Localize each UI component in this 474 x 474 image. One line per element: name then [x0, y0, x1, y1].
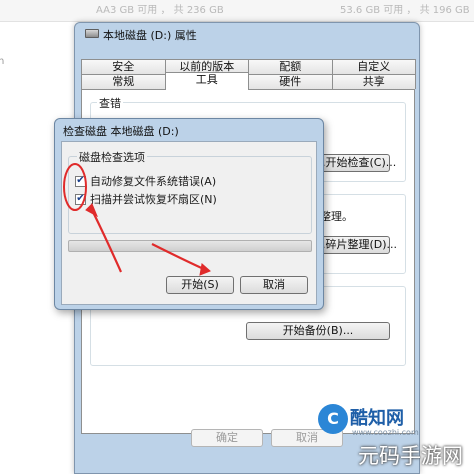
tab-security[interactable]: 安全: [81, 59, 166, 74]
watermark-logo-icon: C: [318, 404, 348, 434]
check-progress-bar: [68, 240, 312, 252]
scan-recover-checkbox[interactable]: ✔: [75, 193, 86, 205]
drive-capacity-text: AA3 GB 可用 ， 共 236 GB: [96, 5, 224, 16]
auto-fix-checkbox[interactable]: ✔: [75, 175, 86, 187]
tab-customize[interactable]: 自定义: [331, 59, 416, 74]
watermark-brand: 酷知网: [350, 408, 404, 429]
start-backup-button[interactable]: 开始备份(B)...: [246, 322, 390, 340]
drive-capacity-text: 53.6 GB 可用 ， 共 196 GB: [340, 5, 470, 16]
tab-quota[interactable]: 配额: [248, 59, 333, 74]
check-disk-dialog: 检查磁盘 本地磁盘 (D:) 磁盘检查选项 ✔ 自动修复文件系统错误(A) ✔ …: [54, 118, 324, 310]
properties-titlebar[interactable]: 本地磁盘 (D:) 属性: [75, 23, 419, 45]
tab-row-front: 常规 工具 硬件 共享: [81, 72, 416, 90]
auto-fix-option[interactable]: ✔ 自动修复文件系统错误(A): [75, 173, 216, 189]
scan-recover-option[interactable]: ✔ 扫描并尝试恢复坏扇区(N): [75, 191, 217, 207]
tab-tools[interactable]: 工具: [164, 72, 249, 90]
watermark-bottom: 元码手游网: [358, 444, 463, 468]
tab-general[interactable]: 常规: [81, 74, 166, 89]
dialog-cancel-button[interactable]: 取消: [240, 276, 308, 294]
defrag-description: 整理。: [320, 210, 353, 223]
error-check-group-label: 查错: [97, 95, 123, 111]
properties-title: 本地磁盘 (D:) 属性: [103, 29, 197, 42]
auto-fix-label[interactable]: 自动修复文件系统错误(A): [90, 173, 216, 189]
drive-icon: [85, 29, 99, 38]
defragment-button[interactable]: ...碎片整理(D)...: [314, 236, 397, 254]
background-explorer-strip: AA3 GB 可用 ， 共 236 GB 53.6 GB 可用 ， 共 196 …: [0, 0, 474, 22]
tab-sharing[interactable]: 共享: [331, 74, 416, 89]
scan-recover-label[interactable]: 扫描并尝试恢复坏扇区(N): [90, 191, 217, 207]
ok-button[interactable]: 确定: [191, 429, 263, 447]
check-now-button[interactable]: ...开始检查(C)...: [314, 154, 396, 172]
background-edge-text: n: [0, 56, 5, 67]
check-disk-title: 检查磁盘 本地磁盘 (D:): [63, 125, 179, 138]
disk-check-options-group: 磁盘检查选项 ✔ 自动修复文件系统错误(A) ✔ 扫描并尝试恢复坏扇区(N): [68, 149, 312, 234]
disk-check-options-label: 磁盘检查选项: [77, 149, 147, 165]
start-button[interactable]: 开始(S): [166, 276, 234, 294]
tab-hardware[interactable]: 硬件: [248, 74, 333, 89]
watermark-url: www.coozhi.com: [352, 428, 419, 437]
check-disk-body: 磁盘检查选项 ✔ 自动修复文件系统错误(A) ✔ 扫描并尝试恢复坏扇区(N) 开…: [61, 141, 317, 305]
